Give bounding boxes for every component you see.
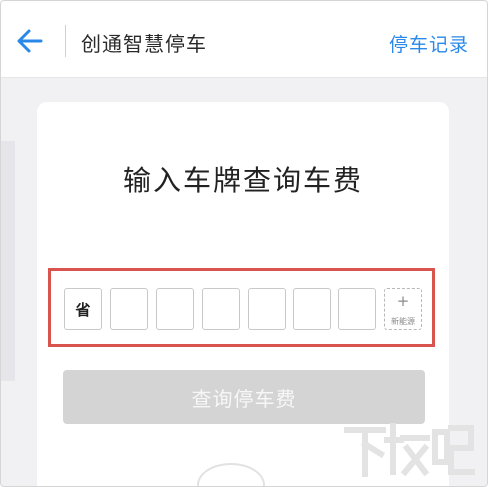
plate-char-input-4[interactable] [248, 288, 286, 330]
plate-input-highlight [48, 268, 435, 347]
watermark-logo-mark [344, 423, 476, 477]
card-title: 输入车牌查询车费 [122, 164, 363, 197]
header-divider [65, 25, 66, 57]
new-energy-label: 新能源 [391, 317, 415, 326]
plus-icon: + [396, 292, 410, 310]
back-button[interactable] [15, 27, 45, 55]
parking-records-link[interactable]: 停车记录 [389, 30, 469, 57]
query-fee-button[interactable]: 查询停车费 [63, 370, 425, 424]
page-title: 创通智慧停车 [81, 32, 207, 56]
app-window: 创通智慧停车 停车记录 输入车牌查询车费 省 + 新能源 查询停车费 [0, 0, 488, 487]
plate-char-input-6[interactable] [338, 288, 376, 330]
side-edge-strip [1, 141, 15, 381]
plate-char-input-1[interactable] [110, 288, 148, 330]
plate-char-input-2[interactable] [156, 288, 194, 330]
arrow-left-icon [17, 29, 43, 53]
top-nav-bar: 创通智慧停车 停车记录 [1, 1, 487, 78]
new-energy-slot[interactable]: + 新能源 [384, 288, 422, 330]
plate-char-input-3[interactable] [202, 288, 240, 330]
watermark-logo [343, 418, 476, 478]
plate-char-input-5[interactable] [293, 288, 331, 330]
province-select[interactable]: 省 [64, 288, 102, 330]
